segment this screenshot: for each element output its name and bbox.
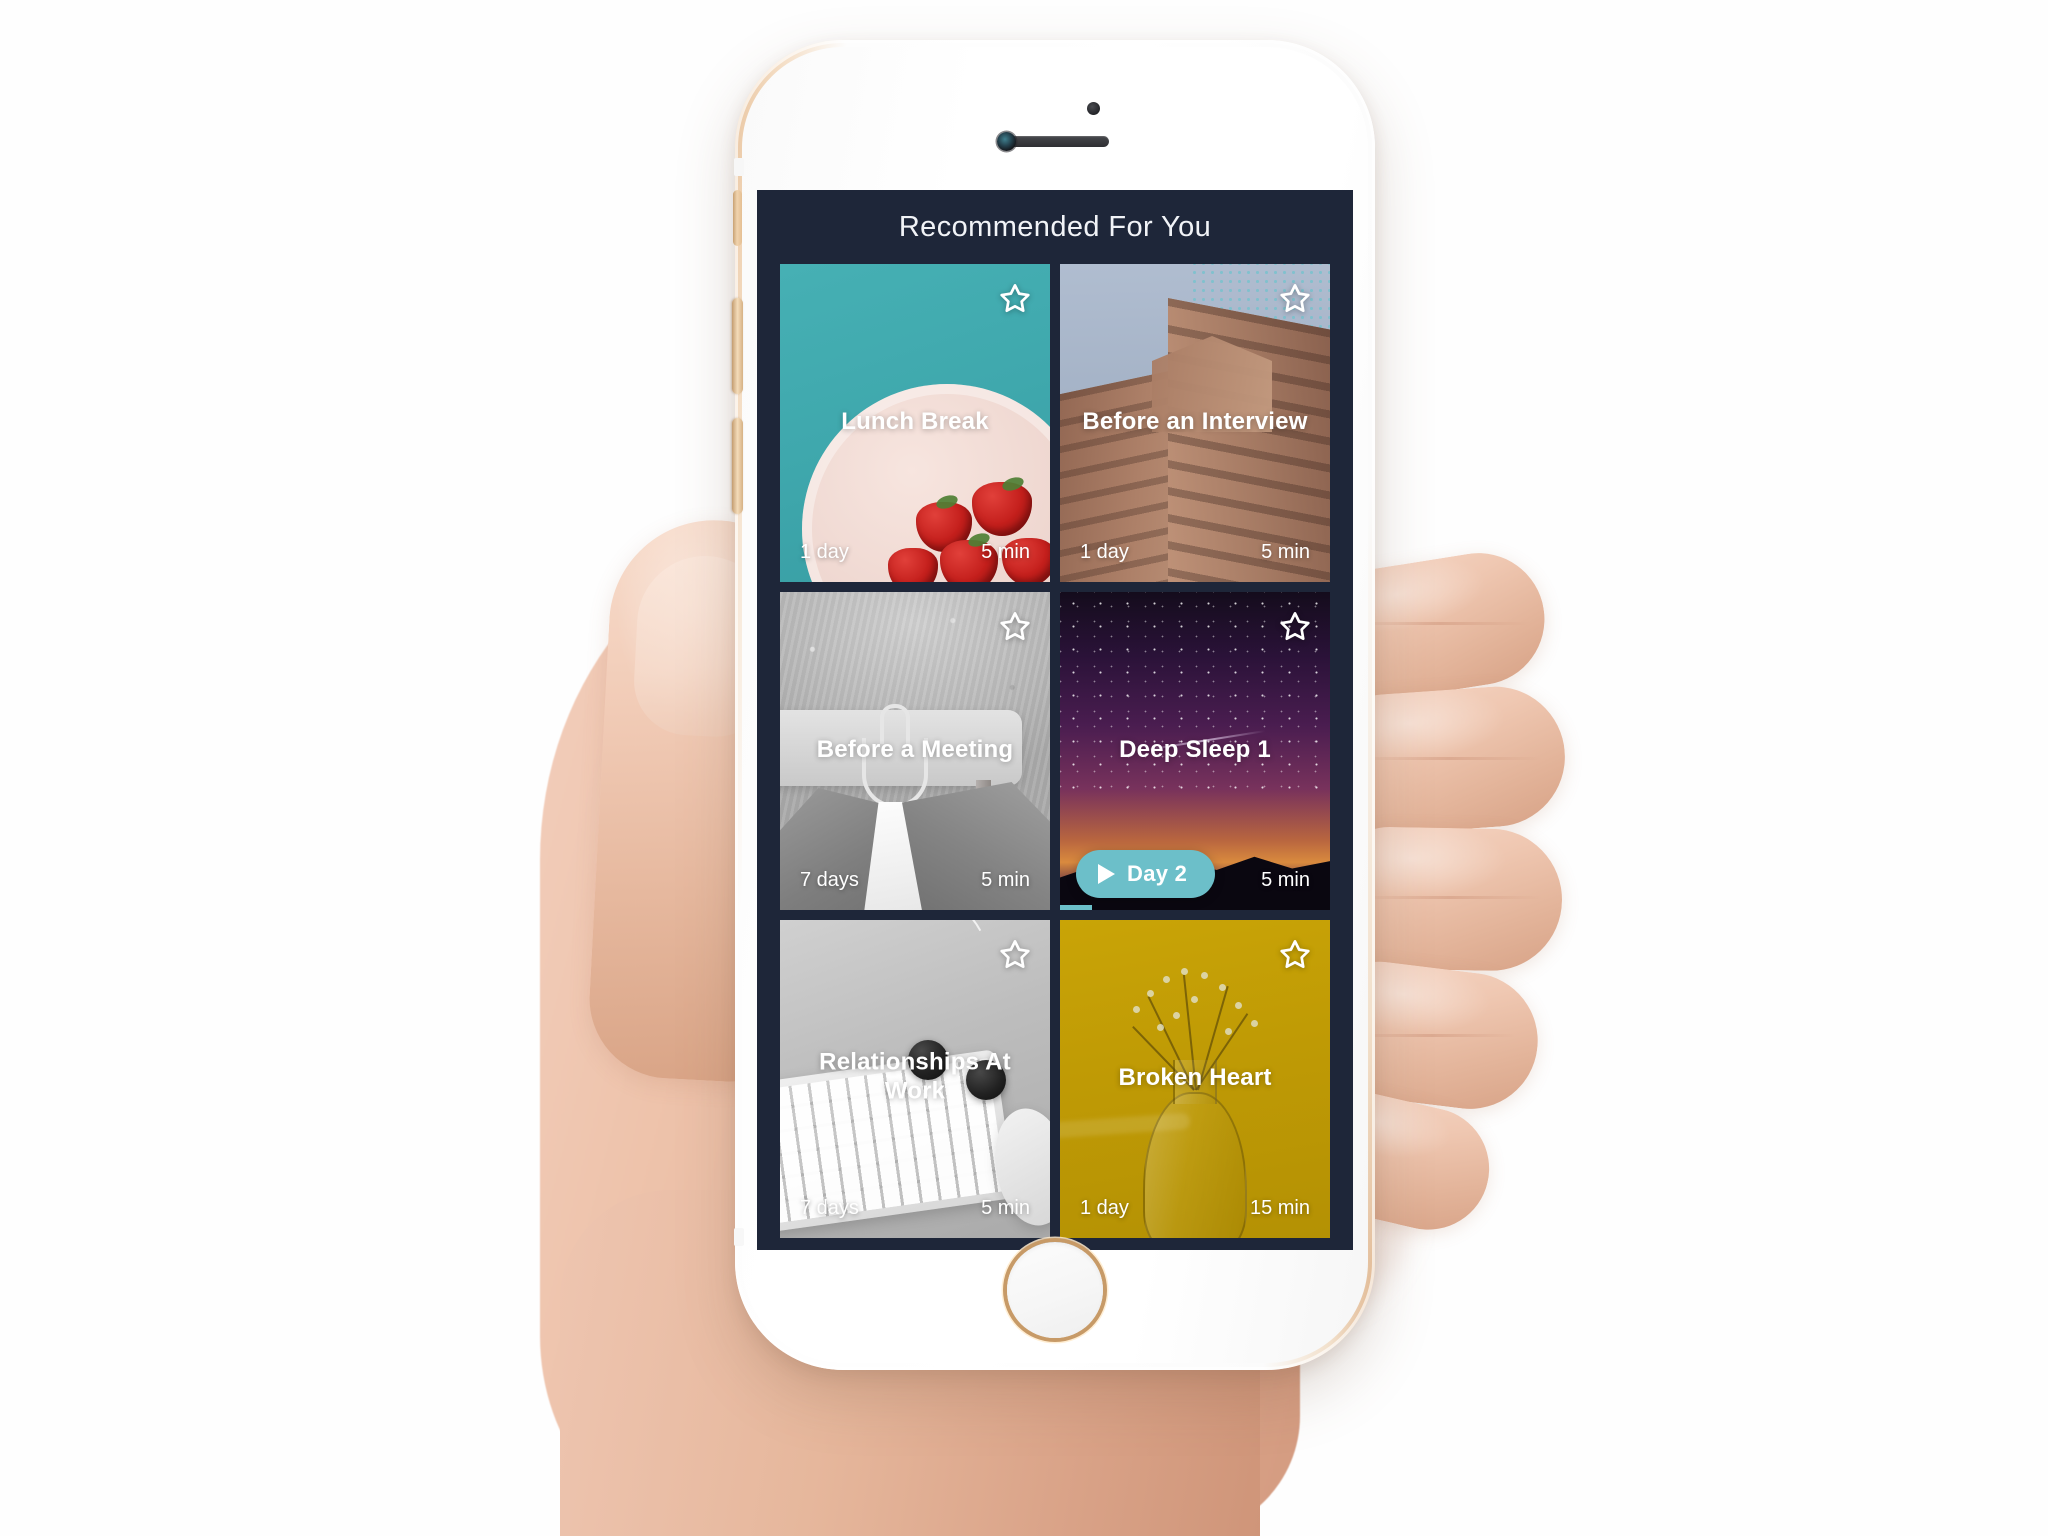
finger-crease [1352,622,1528,625]
favorite-star-icon[interactable] [1276,280,1314,318]
flower-bud [1147,990,1154,997]
front-camera [997,132,1016,151]
volume-down-button[interactable] [732,418,743,514]
card-duration: 7 days [800,869,859,891]
play-triangle-icon [1098,864,1115,884]
progress-fill [1060,905,1093,910]
phone-device: Recommended For You Lunch Break 1 day 5 … [732,40,1375,1370]
antenna-band [734,1228,744,1246]
volume-up-button[interactable] [732,298,743,394]
card-title: Deep Sleep 1 [1119,736,1271,764]
page-title: Recommended For You [898,210,1212,243]
favorite-star-icon[interactable] [1276,936,1314,974]
card-duration: 1 day [1080,541,1129,563]
card-title: Before a Meeting [816,736,1014,764]
flower-bud [1225,1028,1232,1035]
card-duration: 1 day [1080,1197,1129,1219]
card-before-an-interview[interactable]: Before an Interview 1 day 5 min [1060,264,1330,582]
card-deep-sleep-1[interactable]: Deep Sleep 1 Day 2 5 min [1060,592,1330,910]
card-length: 15 min [1249,1197,1310,1219]
mockup-scene: Recommended For You Lunch Break 1 day 5 … [0,0,2048,1536]
card-relationships-at-work[interactable]: Relationships At Work 7 days 5 min [780,920,1050,1238]
card-meta: 7 days 5 min [800,1197,1030,1220]
phone-screen: Recommended For You Lunch Break 1 day 5 … [757,190,1353,1250]
card-lunch-break[interactable]: Lunch Break 1 day 5 min [780,264,1050,582]
card-duration: 7 days [800,1197,859,1219]
home-button[interactable] [1007,1242,1103,1338]
building-right-face [1168,298,1330,582]
earpiece-speaker [1001,136,1109,147]
flower-bud [1191,996,1198,1003]
flower-bud [1235,1002,1242,1009]
card-length: 5 min [981,541,1030,563]
flower-bud [1201,972,1208,979]
card-before-a-meeting[interactable]: Before a Meeting 7 days 5 min [780,592,1050,910]
card-duration: 1 day [800,541,849,563]
finger-crease [1356,757,1542,760]
favorite-star-icon[interactable] [996,608,1034,646]
recommendation-grid: Lunch Break 1 day 5 min Before an Interv… [757,264,1353,1238]
flower-bud [1251,1020,1258,1027]
favorite-star-icon[interactable] [996,936,1034,974]
flower-bud [1163,976,1170,983]
card-broken-heart[interactable]: Broken Heart 1 day 15 min [1060,920,1330,1238]
card-length: 5 min [981,869,1030,891]
card-meta: 1 day 15 min [1080,1197,1310,1220]
favorite-star-icon[interactable] [1276,608,1314,646]
card-meta: 1 day 5 min [800,541,1030,564]
favorite-star-icon[interactable] [996,280,1034,318]
flower-bud [1173,1012,1180,1019]
card-meta: 7 days 5 min [800,869,1030,892]
silent-switch[interactable] [733,190,742,246]
card-title: Lunch Break [841,408,989,436]
antenna-band [734,158,744,176]
card-length: 5 min [981,1197,1030,1219]
play-day-button[interactable]: Day 2 [1076,850,1216,898]
app-header: Recommended For You [757,190,1353,264]
card-meta: 1 day 5 min [1080,541,1310,564]
day-pill-label: Day 2 [1127,861,1188,886]
card-length: 5 min [1261,869,1310,891]
card-title: Before an Interview [1082,408,1308,436]
card-length: 5 min [1261,541,1310,563]
flower-bud [1181,968,1188,975]
flower-bud [1133,1006,1140,1013]
progress-track [1060,905,1330,910]
flower-bud [1219,984,1226,991]
flower-bud [1157,1024,1164,1031]
finger-crease [1356,896,1542,899]
card-title: Relationships At Work [819,1048,1011,1105]
card-title: Broken Heart [1118,1064,1272,1092]
proximity-sensor [1087,102,1100,115]
